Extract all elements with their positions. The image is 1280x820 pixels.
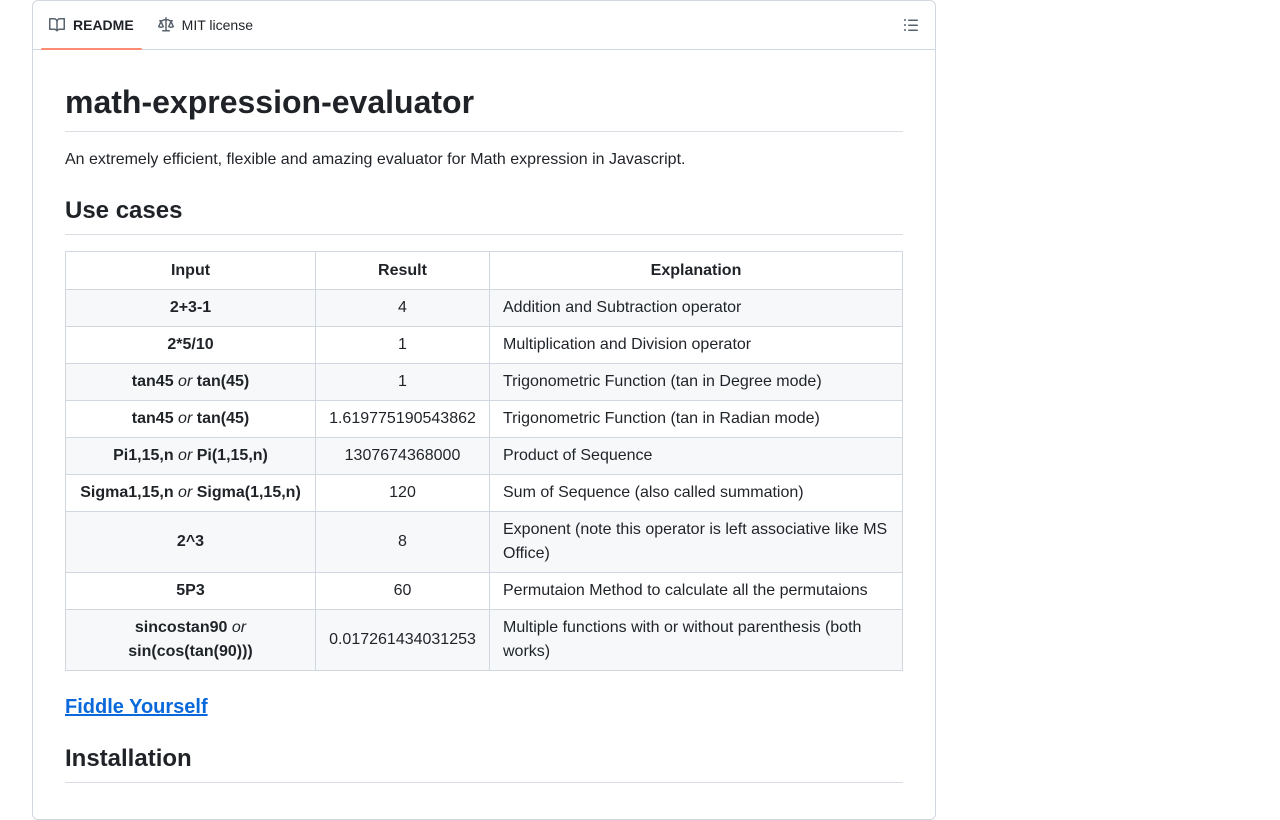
tab-mit-license[interactable]: MIT license xyxy=(150,1,261,49)
readme-container: README MIT license math-expression-evalu… xyxy=(32,0,936,820)
table-row: Sigma1,15,n or Sigma(1,15,n) 120 Sum of Se… xyxy=(65,474,903,512)
cell-explanation: Multiple functions with or without paren… xyxy=(489,609,903,671)
description: An extremely efficient, flexible and ama… xyxy=(65,151,686,168)
use-cases-table: Input Result Explanation 2+3-1 4 Addition … xyxy=(65,251,903,671)
table-row: tan45 or tan(45) 1 Trigonometric Function … xyxy=(65,363,903,401)
header-input: Input xyxy=(65,251,316,290)
cell-input: tan45 or tan(45) xyxy=(65,400,316,438)
cell-explanation: Permutaion Method to calculate all the p… xyxy=(489,572,903,610)
cell-input: 2+3-1 xyxy=(65,289,316,327)
cell-explanation: Addition and Subtraction operator xyxy=(489,289,903,327)
cell-input: 2^3 xyxy=(65,511,316,573)
input-expression: 2*5/10 xyxy=(167,336,214,353)
cell-input: tan45 or tan(45) xyxy=(65,363,316,401)
input-expression: Sigma(1,15,n) xyxy=(196,484,301,501)
table-row: sincostan90 or sin(cos(tan(90))) 0.017261… xyxy=(65,609,903,671)
or-word: or xyxy=(178,373,193,390)
input-expression: tan45 xyxy=(131,410,174,427)
input-expression: Pi1,15,n xyxy=(113,447,174,464)
input-expression: 2+3-1 xyxy=(169,299,212,316)
cell-explanation: Trigonometric Function (tan in Radian mo… xyxy=(489,400,903,438)
cell-input: 5P3 xyxy=(65,572,316,610)
or-word: or xyxy=(178,410,193,427)
header-result: Result xyxy=(315,251,490,290)
or-word: or xyxy=(231,619,247,636)
input-expression: sincostan90 xyxy=(134,619,228,636)
tab-readme-label: README xyxy=(73,17,134,33)
table-row: Pi1,15,n or Pi(1,15,n) 1307674368000 Produ… xyxy=(65,437,903,475)
cell-input: Pi1,15,n or Pi(1,15,n) xyxy=(65,437,316,475)
input-expression: tan45 xyxy=(131,373,174,390)
book-icon xyxy=(49,17,65,32)
cell-input: Sigma1,15,n or Sigma(1,15,n) xyxy=(65,474,316,512)
cell-result: 4 xyxy=(315,289,490,327)
input-expression: 5P3 xyxy=(176,582,205,599)
tab-readme[interactable]: README xyxy=(41,1,142,50)
cell-result: 1 xyxy=(315,363,490,401)
cell-result: 0.017261434031253 xyxy=(315,609,490,671)
cell-explanation: Trigonometric Function (tan in Degree mo… xyxy=(489,363,903,401)
or-word: or xyxy=(178,484,193,501)
input-expression: tan(45) xyxy=(196,373,250,390)
cell-input: 2*5/10 xyxy=(65,326,316,364)
input-expression: Sigma1,15,n xyxy=(80,484,174,501)
cell-result: 120 xyxy=(315,474,490,512)
or-word: or xyxy=(178,447,193,464)
table-row: 5P3 60 Permutaion Method to calculate all … xyxy=(65,572,903,610)
cell-input: sincostan90 or sin(cos(tan(90))) xyxy=(65,609,316,671)
cell-explanation: Multiplication and Division operator xyxy=(489,326,903,364)
list-unordered-icon xyxy=(904,19,918,31)
cell-result: 1 xyxy=(315,326,490,364)
cell-result: 8 xyxy=(315,511,490,573)
input-expression: Pi(1,15,n) xyxy=(196,447,268,464)
readme-article: math-expression-evaluator An extremely e… xyxy=(33,50,935,783)
tab-mit-license-label: MIT license xyxy=(181,17,253,33)
page-title: math-expression-evaluator xyxy=(65,82,903,132)
cell-explanation: Product of Sequence xyxy=(489,437,903,475)
cell-result: 1.619775190543862 xyxy=(315,400,490,438)
installation-heading: Installation xyxy=(65,744,903,783)
table-row: 2*5/10 1 Multiplication and Division opera… xyxy=(65,326,903,364)
fiddle-yourself-link[interactable]: Fiddle Yourself xyxy=(65,695,208,720)
table-row: tan45 or tan(45) 1.619775190543862 Trigono… xyxy=(65,400,903,438)
table-header-row: Input Result Explanation xyxy=(65,251,903,290)
law-icon xyxy=(157,17,174,32)
cell-explanation: Sum of Sequence (also called summation) xyxy=(489,474,903,512)
table-row: 2^3 8 Exponent (note this operator is left… xyxy=(65,511,903,573)
input-expression: sin(cos(tan(90))) xyxy=(128,643,253,660)
header-explanation: Explanation xyxy=(489,251,903,290)
input-expression: tan(45) xyxy=(196,410,250,427)
cell-explanation: Exponent (note this operator is left ass… xyxy=(489,511,903,573)
table-body: 2+3-1 4 Addition and Subtraction operator 2… xyxy=(65,289,903,671)
readme-tabbar: README MIT license xyxy=(33,1,935,50)
table-row: 2+3-1 4 Addition and Subtraction operator xyxy=(65,289,903,327)
use-cases-heading: Use cases xyxy=(65,196,903,235)
input-expression: 2^3 xyxy=(176,533,205,550)
cell-result: 1307674368000 xyxy=(315,437,490,475)
cell-result: 60 xyxy=(315,572,490,610)
outline-button[interactable] xyxy=(895,9,927,41)
